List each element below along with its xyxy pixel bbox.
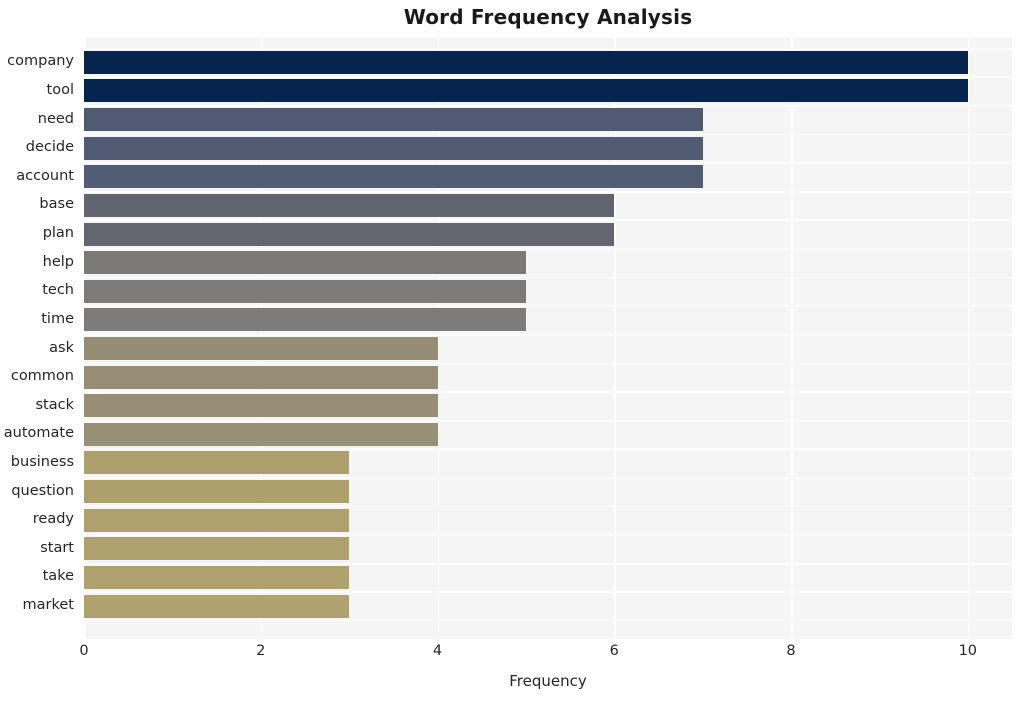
x-axis-tick-label: 2 [256,643,266,659]
y-axis-tick-label: start [40,539,74,556]
chart-title: Word Frequency Analysis [403,5,693,29]
x-axis-tick-label: 10 [958,643,978,659]
y-axis-tick-label: question [11,482,74,499]
y-axis-tick-label: take [42,568,74,585]
x-axis-tick-label: 0 [79,643,89,659]
y-axis-tick-label: tech [42,282,74,299]
y-axis-tick-label: company [7,53,74,70]
x-axis-tick-labels: 0 2 4 6 8 10 [79,643,1012,667]
chart-figure: Word Frequency Analysis company tool need d… [0,0,1024,701]
y-axis-tick-label: business [10,453,74,470]
y-axis-tick-label: ask [49,339,74,356]
x-axis-tick-label: 4 [432,643,443,659]
x-axis-tick-label: 8 [786,643,796,659]
y-axis-tick-label: market [22,597,74,614]
x-axis-tick-label: 6 [609,643,619,659]
y-axis-tick-label: time [41,310,74,327]
y-axis-tick-label: ready [32,511,74,528]
y-axis-tick-label: automate [3,425,74,442]
y-axis-tick-label: base [39,196,74,213]
y-axis-tick-label: need [37,110,74,127]
y-axis-tick-label: tool [46,81,74,98]
x-axis-label: Frequency [509,672,587,690]
y-axis-tick-label: common [10,368,74,385]
y-axis-tick-label: account [16,167,74,184]
y-axis-tick-label: stack [35,396,75,413]
y-axis-tick-label: decide [25,139,74,156]
y-axis-tick-labels: company tool need decide account base plan help… [0,38,1024,639]
y-axis-tick-label: plan [42,225,74,242]
y-axis-tick-label: help [42,253,74,270]
